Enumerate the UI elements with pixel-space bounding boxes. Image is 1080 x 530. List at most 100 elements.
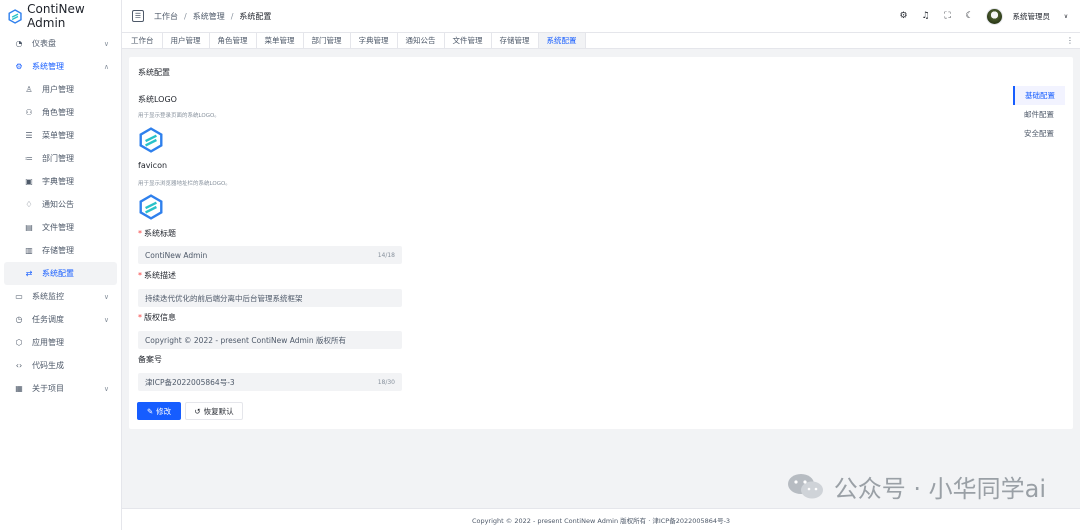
bell-icon[interactable]: ♫ — [920, 11, 932, 21]
fullscreen-icon[interactable]: ⛶ — [942, 11, 954, 21]
sidebar-item-label: 代码生成 — [32, 361, 64, 370]
system-desc-value: 持续迭代优化的前后端分离中后台管理系统框架 — [145, 293, 303, 303]
favicon-label: favicon — [138, 161, 168, 170]
anchor-security-config[interactable]: 安全配置 — [1013, 124, 1065, 143]
sidebar-item-system[interactable]: ⚙ 系统管理 ∧ — [4, 55, 117, 78]
sidebar-item-label: 部门管理 — [42, 154, 74, 163]
grid-icon: ▦ — [15, 384, 23, 393]
system-desc-input[interactable]: 持续迭代优化的前后端分离中后台管理系统框架 — [138, 289, 402, 307]
app-icon: ⬡ — [15, 338, 23, 347]
menu-icon: ☰ — [25, 131, 33, 140]
sidebar-item-label: 通知公告 — [42, 200, 74, 209]
sidebar-item-dashboard[interactable]: ◔ 仪表盘 ∨ — [4, 32, 117, 55]
moon-icon[interactable]: ☾ — [964, 11, 976, 21]
watermark-text: 公众号 · 小华同学ai — [833, 475, 1046, 503]
storage-icon: ▥ — [25, 246, 33, 255]
system-title-value: ContiNew Admin — [145, 250, 208, 260]
beian-label: 备案号 — [138, 355, 162, 364]
tab-users[interactable]: 用户管理 — [163, 33, 210, 48]
reset-button-label: 恢复默认 — [203, 406, 234, 416]
config-card: 系统配置 系统LOGO 用于显示登录页面的系统LOGO。 favicon 用于显… — [129, 57, 1073, 429]
sidebar-item-config[interactable]: ⇄ 系统配置 — [4, 262, 117, 285]
tab-depts[interactable]: 部门管理 — [304, 33, 351, 48]
char-count: 18/30 — [377, 378, 395, 386]
char-count: 14/18 — [377, 251, 395, 259]
sidebar-item-files[interactable]: ▤ 文件管理 — [4, 216, 117, 239]
avatar[interactable] — [985, 7, 1003, 25]
chevron-up-icon: ∧ — [103, 62, 109, 71]
favicon-icon[interactable] — [138, 194, 164, 220]
sidebar-item-label: 系统管理 — [32, 62, 64, 71]
tab-config[interactable]: 系统配置 — [538, 33, 586, 48]
beian-input[interactable]: 津ICP备2022005864号-3 18/30 — [138, 373, 402, 391]
breadcrumb-item[interactable]: 工作台 — [154, 11, 178, 22]
copyright-label-text: 版权信息 — [144, 313, 176, 322]
page-title: 系统配置 — [138, 68, 170, 77]
sidebar-item-roles[interactable]: ⚇ 角色管理 — [4, 101, 117, 124]
clock-icon: ◷ — [15, 315, 23, 324]
sidebar-item-codegen[interactable]: ‹› 代码生成 — [4, 354, 117, 377]
chevron-down-icon[interactable]: ∨ — [1060, 13, 1072, 20]
user-icon: ♙ — [25, 85, 33, 94]
reset-default-button[interactable]: ↺ 恢复默认 — [185, 402, 243, 420]
sidebar-item-apps[interactable]: ⬡ 应用管理 — [4, 331, 117, 354]
watermark: 公众号 · 小华同学ai — [786, 469, 1046, 504]
file-icon: ▤ — [25, 223, 33, 232]
beian-value: 津ICP备2022005864号-3 — [145, 377, 235, 387]
tab-storage[interactable]: 存储管理 — [492, 33, 539, 48]
edit-button[interactable]: ✎ 修改 — [137, 402, 181, 420]
tab-menus[interactable]: 菜单管理 — [257, 33, 304, 48]
tab-workbench[interactable]: 工作台 — [123, 33, 163, 48]
app-logo[interactable]: ContiNew Admin — [0, 0, 121, 32]
sidebar-item-storage[interactable]: ▥ 存储管理 — [4, 239, 117, 262]
sidebar-item-depts[interactable]: ≔ 部门管理 — [4, 147, 117, 170]
sidebar-item-monitor[interactable]: ▭ 系统监控 ∨ — [4, 285, 117, 308]
sidebar-item-label: 系统配置 — [42, 269, 74, 278]
settings-icon[interactable]: ⚙ — [898, 11, 910, 21]
tab-bar: 工作台 用户管理 角色管理 菜单管理 部门管理 字典管理 通知公告 文件管理 存… — [122, 32, 1080, 49]
config-icon: ⇄ — [25, 269, 33, 278]
sidebar-item-label: 用户管理 — [42, 85, 74, 94]
undo-icon: ↺ — [194, 406, 201, 416]
required-mark: * — [138, 271, 142, 280]
sidebar-item-menus[interactable]: ☰ 菜单管理 — [4, 124, 117, 147]
sidebar-item-about[interactable]: ▦ 关于项目 ∨ — [4, 377, 117, 400]
sidebar-item-dicts[interactable]: ▣ 字典管理 — [4, 170, 117, 193]
tab-roles[interactable]: 角色管理 — [210, 33, 257, 48]
sidebar: ContiNew Admin ◔ 仪表盘 ∨ ⚙ 系统管理 ∧ ♙ 用户管理 ⚇… — [0, 0, 122, 530]
title-label: * 系统标题 — [138, 228, 176, 239]
chevron-down-icon: ∨ — [103, 315, 109, 324]
sidebar-item-notices[interactable]: ♢ 通知公告 — [4, 193, 117, 216]
breadcrumb-item[interactable]: 系统管理 — [193, 11, 225, 22]
collapse-menu-icon[interactable]: ☰ — [132, 10, 144, 22]
sidebar-item-users[interactable]: ♙ 用户管理 — [4, 78, 117, 101]
breadcrumb-current: 系统配置 — [239, 11, 272, 21]
wechat-icon — [787, 473, 823, 498]
required-mark: * — [138, 313, 142, 322]
chevron-down-icon: ∨ — [103, 39, 109, 48]
top-header: ☰ 工作台 / 系统管理 / 系统配置 ⚙ ♫ ⛶ ☾ 系统管理员 ∨ — [122, 0, 1080, 32]
chevron-down-icon: ∨ — [103, 384, 109, 393]
dict-icon: ▣ — [25, 177, 33, 186]
breadcrumb-separator: / — [184, 11, 187, 21]
user-name[interactable]: 系统管理员 — [1013, 11, 1051, 22]
title-label-text: 系统标题 — [144, 229, 176, 238]
sidebar-item-schedule[interactable]: ◷ 任务调度 ∨ — [4, 308, 117, 331]
copyright-input[interactable]: Copyright © 2022 - present ContiNew Admi… — [138, 331, 402, 349]
anchor-mail-config[interactable]: 邮件配置 — [1013, 105, 1065, 124]
copyright-label: * 版权信息 — [138, 312, 176, 323]
sidebar-menu: ◔ 仪表盘 ∨ ⚙ 系统管理 ∧ ♙ 用户管理 ⚇ 角色管理 ☰ 菜单管理 ≔ … — [0, 32, 121, 400]
tab-files[interactable]: 文件管理 — [445, 33, 492, 48]
favicon-hint: 用于显示浏览器地址栏的系统LOGO。 — [138, 181, 231, 187]
system-logo-icon[interactable] — [138, 127, 164, 153]
tab-notices[interactable]: 通知公告 — [398, 33, 445, 48]
tab-dicts[interactable]: 字典管理 — [351, 33, 398, 48]
sidebar-item-label: 菜单管理 — [42, 131, 74, 140]
required-mark: * — [138, 229, 142, 238]
sidebar-item-label: 任务调度 — [32, 315, 64, 324]
anchor-basic-config[interactable]: 基础配置 — [1013, 86, 1065, 105]
more-icon[interactable]: ⋮ — [1066, 36, 1074, 45]
chevron-down-icon: ∨ — [103, 292, 109, 301]
sidebar-item-label: 文件管理 — [42, 223, 74, 232]
system-title-input[interactable]: ContiNew Admin 14/18 — [138, 246, 402, 264]
